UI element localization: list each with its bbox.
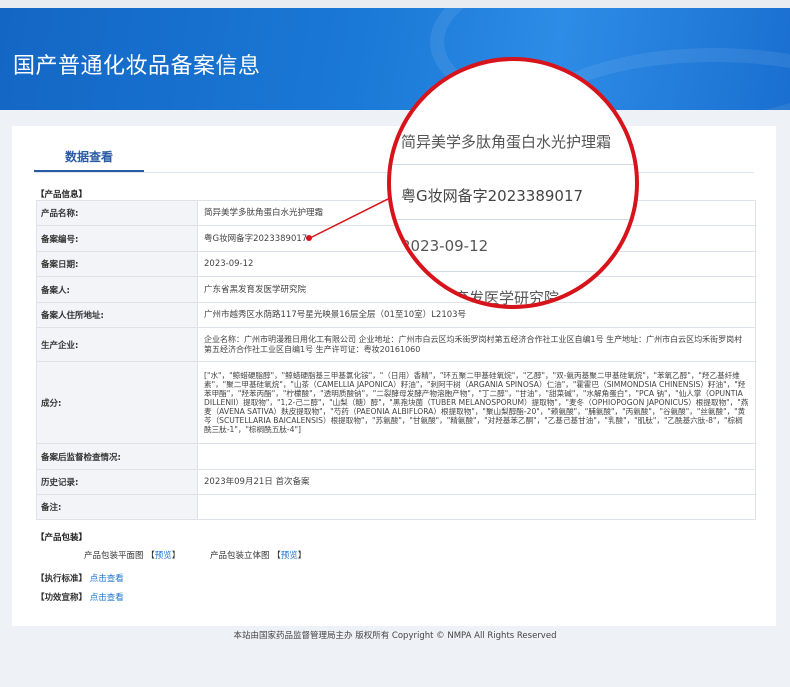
magnifier-divider [391,164,635,165]
highlight-connector [309,196,393,239]
footer-copyright: 本站由国家药品监督管理局主办 版权所有 Copyright © NMPA All… [233,631,557,641]
magnifier-registrant: 广东省黑发育发医学研究院 [387,289,560,307]
magnifier-callout: 简异美学多肽角蛋白水光护理霜 粤G妆网备字2023389017 2023-09-… [387,57,639,309]
magnifier-record-date: 2023-09-12 [401,237,489,255]
magnifier-divider [391,219,635,220]
magnifier-product-name: 简异美学多肽角蛋白水光护理霜 [401,133,612,151]
magnifier-record-number: 粤G妆网备字2023389017 [401,187,584,205]
magnifier-divider [391,271,635,272]
